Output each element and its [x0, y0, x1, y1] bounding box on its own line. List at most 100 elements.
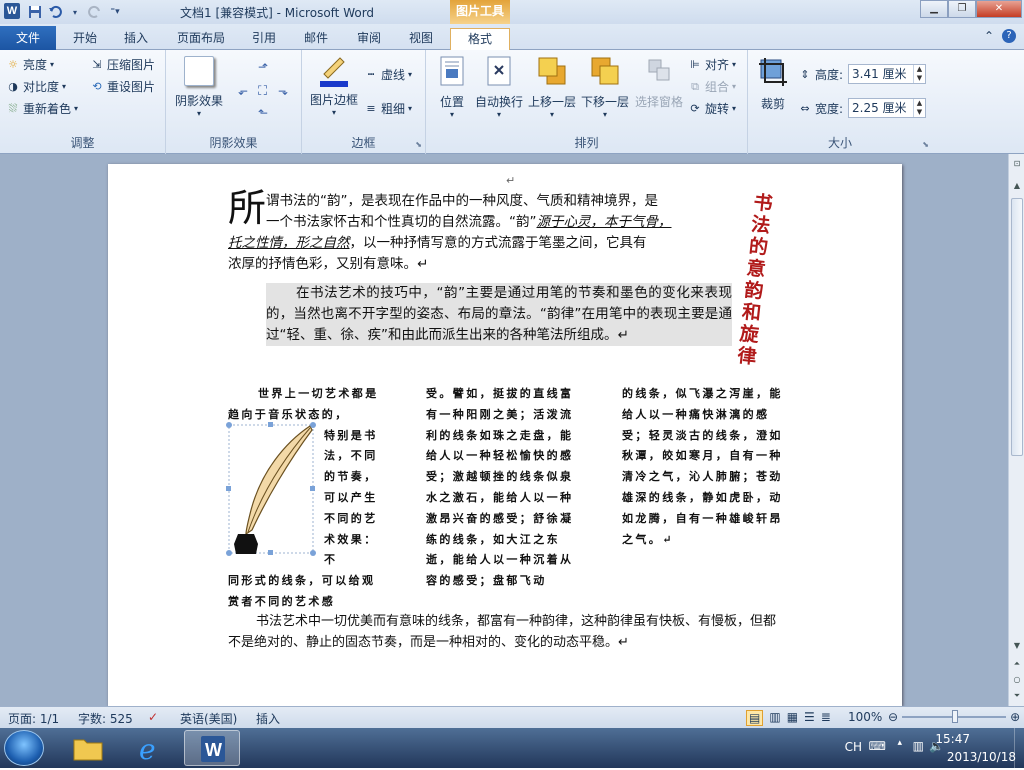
send-backward-icon — [591, 57, 619, 85]
redo-icon[interactable] — [86, 3, 104, 21]
word-count[interactable]: 字数: 525 — [78, 710, 133, 727]
network-icon[interactable]: ▥ — [913, 739, 924, 753]
paragraph-1: 谓书法的“韵”，是表现在作品中的一种风度、气质和精神境界，是 一个书法家怀古和个… — [228, 191, 733, 275]
browse-object-icon[interactable]: ○ — [1009, 672, 1024, 688]
web-layout-icon[interactable]: ▦ — [787, 710, 798, 726]
wrap-text-button[interactable]: 自动换行 ▾ — [472, 56, 526, 119]
compress-pictures-button[interactable]: ⇲ 压缩图片 — [90, 56, 155, 73]
height-spinner-icon[interactable]: ▲ ▼ — [913, 65, 925, 83]
reset-picture-button[interactable]: ⟲ 重设图片 — [90, 78, 155, 95]
resize-handle[interactable] — [268, 550, 273, 555]
previous-page-icon[interactable]: ⏶ — [1009, 656, 1024, 672]
border-dialog-launcher-icon[interactable]: ⬊ — [415, 140, 422, 149]
size-dialog-launcher-icon[interactable]: ⬊ — [922, 140, 929, 149]
help-icon[interactable]: ? — [1002, 29, 1016, 43]
start-button[interactable] — [4, 730, 44, 766]
next-page-icon[interactable]: ⏷ — [1009, 688, 1024, 704]
scroll-thumb[interactable] — [1011, 198, 1023, 456]
show-hidden-icons-icon[interactable]: ▴ — [897, 738, 902, 748]
send-backward-button[interactable]: 下移一层 ▾ — [578, 56, 632, 119]
contrast-button[interactable]: ◑ 对比度 ▾ — [6, 78, 66, 95]
word-taskbar-button[interactable]: W — [184, 730, 240, 766]
group-button: ⧉ 组合 ▾ — [688, 78, 736, 95]
nudge-shadow-up-icon[interactable]: ⬏ — [258, 60, 268, 74]
crop-button[interactable]: 裁剪 — [752, 56, 794, 112]
zoom-slider[interactable]: ⊖ ⊕ — [888, 710, 1020, 724]
tab-review[interactable]: 审阅 — [344, 28, 394, 50]
shadow-on-off-icon[interactable]: ⛶ — [258, 84, 267, 99]
tab-view[interactable]: 视图 — [396, 28, 446, 50]
outline-view-icon[interactable]: ☰ — [804, 710, 815, 726]
ribbon: ☼ 亮度 ▾ ◑ 对比度 ▾ ⛆ 重新着色 ▾ ⇲ 压缩图片 ⟲ 重设图片 调整 阴影效果 ▾ … — [0, 50, 1024, 154]
width-spinner-icon[interactable]: ▲ ▼ — [913, 99, 925, 117]
zoom-out-icon[interactable]: ⊖ — [888, 710, 898, 724]
status-bar: 页面: 1/1 字数: 525 ✓ 英语(美国) 插入 ▤ ▥ ▦ ☰ ≣ 10… — [0, 706, 1024, 728]
language-indicator[interactable]: 英语(美国) — [180, 710, 237, 727]
full-screen-reading-icon[interactable]: ▥ — [769, 710, 780, 726]
nudge-shadow-left-icon[interactable]: ⬐ — [238, 84, 248, 98]
word-app-icon[interactable]: W — [4, 3, 20, 19]
document-page[interactable]: ↵ 所 谓书法的“韵”，是表现在作品中的一种风度、气质和精神境界，是 一个书法家… — [108, 164, 902, 706]
paragraph-mark: ↵ — [506, 174, 516, 187]
clock[interactable]: 15:47 — [935, 732, 970, 746]
resize-handle[interactable] — [310, 550, 316, 556]
zoom-in-icon[interactable]: ⊕ — [1010, 710, 1020, 724]
save-icon[interactable] — [26, 3, 44, 21]
align-button[interactable]: ⊫ 对齐 ▾ — [688, 56, 736, 73]
tab-page-layout[interactable]: 页面布局 — [166, 28, 236, 50]
proofing-icon[interactable]: ✓ — [148, 710, 158, 724]
ie-taskbar-button[interactable]: e — [122, 730, 178, 766]
ime-indicator[interactable]: CH — [845, 740, 862, 754]
height-input[interactable]: 3.41 厘米 ▲ ▼ — [848, 64, 926, 84]
resize-handle[interactable] — [226, 486, 231, 491]
width-icon: ⇔ — [800, 101, 810, 115]
resize-handle[interactable] — [268, 422, 273, 427]
zoom-level[interactable]: 100% — [848, 710, 882, 724]
nudge-shadow-down-icon[interactable]: ⬑ — [258, 106, 268, 120]
undo-dropdown-icon[interactable]: ▾ — [66, 3, 84, 21]
width-label: ⇔ 宽度: — [798, 100, 843, 117]
width-input[interactable]: 2.25 厘米 ▲ ▼ — [848, 98, 926, 118]
collapse-ribbon-icon[interactable]: ⌃ — [984, 29, 994, 43]
tab-references[interactable]: 引用 — [240, 28, 288, 50]
quill-ink-picture[interactable] — [226, 422, 318, 562]
picture-border-button[interactable]: 图片边框 ▾ — [306, 54, 362, 117]
bring-forward-button[interactable]: 上移一层 ▾ — [526, 56, 578, 119]
resize-handle[interactable] — [226, 550, 232, 556]
shadow-effects-button[interactable]: 阴影效果 ▾ — [170, 56, 228, 118]
undo-icon[interactable] — [46, 3, 64, 21]
resize-handle[interactable] — [310, 422, 316, 428]
minimize-button[interactable]: ▁ — [920, 0, 948, 18]
vertical-scrollbar[interactable]: ⊡ ▲ ▼ ⏶ ○ ⏷ — [1008, 154, 1024, 706]
page-indicator[interactable]: 页面: 1/1 — [8, 710, 59, 727]
maximize-button[interactable]: ❐ — [948, 0, 976, 18]
scroll-up-icon[interactable]: ▲ — [1009, 178, 1024, 194]
draft-view-icon[interactable]: ≣ — [821, 710, 831, 726]
print-layout-icon[interactable]: ▤ — [746, 710, 764, 726]
ruler-toggle-icon[interactable]: ⊡ — [1009, 156, 1024, 172]
resize-handle[interactable] — [310, 486, 315, 491]
nudge-shadow-right-icon[interactable]: ⬎ — [278, 84, 288, 98]
weight-button[interactable]: ≡ 粗细 ▾ — [364, 100, 412, 117]
tab-mailings[interactable]: 邮件 — [292, 28, 340, 50]
dashes-button[interactable]: ┅ 虚线 ▾ — [364, 66, 412, 83]
recolor-button[interactable]: ⛆ 重新着色 ▾ — [6, 100, 78, 117]
explorer-taskbar-button[interactable] — [60, 730, 116, 766]
close-button[interactable]: ✕ — [976, 0, 1022, 18]
vertical-title-wordart[interactable]: 书法的意韵和旋律 — [731, 191, 779, 369]
zoom-slider-thumb[interactable] — [952, 710, 959, 723]
scroll-down-icon[interactable]: ▼ — [1009, 638, 1024, 654]
tab-home[interactable]: 开始 — [60, 28, 110, 50]
arrange-group-label: 排列 — [574, 136, 599, 150]
rotate-button[interactable]: ⟳ 旋转 ▾ — [688, 100, 736, 117]
customize-qat-icon[interactable]: ⁼▾ — [106, 3, 124, 21]
tab-file[interactable]: 文件 — [0, 26, 56, 50]
position-button[interactable]: 位置 ▾ — [432, 56, 472, 119]
keyboard-icon[interactable]: ⌨ — [869, 739, 886, 753]
brightness-button[interactable]: ☼ 亮度 ▾ — [6, 56, 54, 73]
tab-insert[interactable]: 插入 — [112, 28, 160, 50]
show-desktop-button[interactable] — [1014, 728, 1024, 768]
tab-format[interactable]: 格式 — [450, 28, 510, 51]
resize-handle[interactable] — [226, 422, 232, 428]
insert-mode-indicator[interactable]: 插入 — [256, 710, 280, 727]
